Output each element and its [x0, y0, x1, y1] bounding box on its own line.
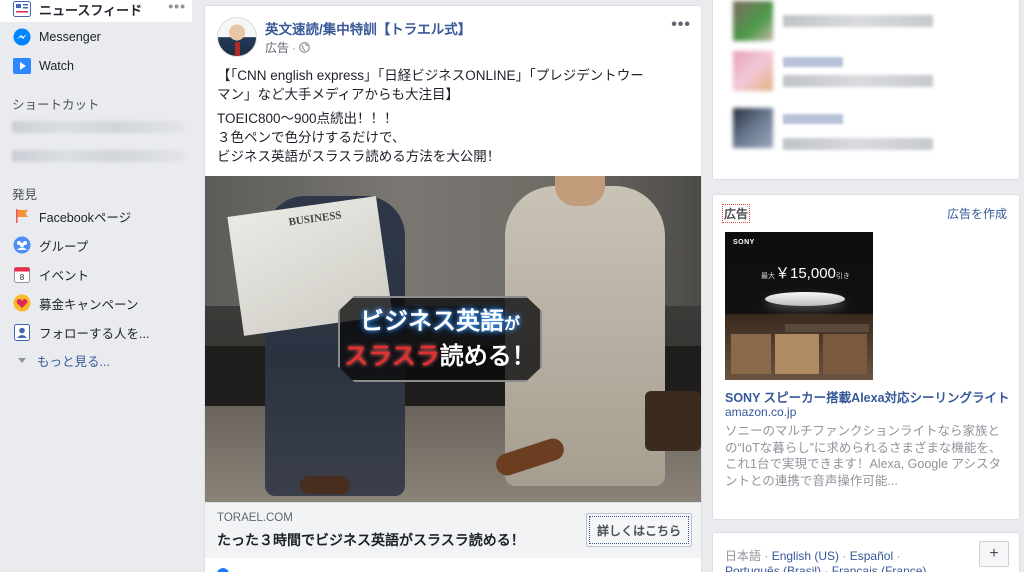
sidebar-ad-card: 広告 広告を作成 SONY 最大￥15,000引き SONY スピーカー搭載Al… — [712, 194, 1020, 520]
sidebar-item-watch[interactable]: Watch — [0, 53, 192, 79]
shortcut-item-redacted[interactable] — [12, 121, 184, 133]
post-text-line: ３色ペンで色分けするだけで、 — [217, 130, 406, 145]
fundraiser-icon — [12, 293, 32, 313]
sony-logo: SONY — [733, 239, 755, 246]
ad-title-link[interactable]: SONY スピーカー搭載Alexa対応シーリングライト — [725, 387, 1011, 406]
link-domain: TORAEL.COM — [217, 512, 293, 524]
post-text-line: ビジネス英語がスラスラ読める方法を大公開！ — [217, 149, 501, 164]
contact-item-redacted[interactable] — [733, 51, 953, 107]
more-options-icon[interactable]: ••• — [168, 0, 186, 14]
sidebar-item-events[interactable]: 8 イベント — [0, 261, 192, 287]
sidebar-item-label: 募金キャンペーン — [39, 297, 139, 312]
groups-icon — [12, 235, 32, 255]
language-current: 日本語 — [725, 549, 762, 563]
avatar — [733, 1, 773, 41]
sidebar-item-messenger[interactable]: Messenger — [0, 24, 192, 50]
sponsored-label[interactable]: 広告 — [265, 39, 289, 56]
sponsored-post: 英文速読/集中特訓【トラエル式】 広告 · ••• 【「CNN english … — [204, 5, 702, 572]
calendar-icon: 8 — [12, 264, 32, 284]
shortcut-item-redacted[interactable] — [12, 150, 184, 162]
banner-text: 読める！ — [439, 342, 536, 370]
add-language-button[interactable]: + — [979, 541, 1009, 567]
explore-heading: 発見 — [12, 188, 38, 202]
avatar — [733, 51, 773, 91]
sidebar-item-label: Facebookページ — [39, 210, 132, 225]
language-link-french[interactable]: Français (France) — [832, 564, 927, 572]
banner-text-highlight: スラスラ — [344, 342, 440, 370]
language-link-portuguese[interactable]: Português (Brasil) — [725, 564, 821, 572]
sidebar-item-news-feed[interactable]: ニュースフィード ••• — [0, 0, 192, 22]
sponsored-heading: 広告 — [721, 204, 751, 223]
sidebar-item-label: フォローする人を... — [39, 326, 150, 341]
contact-item-redacted[interactable] — [733, 108, 953, 164]
post-text-line: マン」など大手メディアからも大注目】 — [217, 87, 460, 102]
post-text-line: 【「CNN english express」「日経ビジネスONLINE」「プレジ… — [217, 68, 644, 83]
sony-ad-image[interactable]: SONY 最大￥15,000引き — [725, 232, 873, 380]
banner-text: ビジネス英語 — [359, 307, 504, 335]
svg-text:8: 8 — [20, 273, 25, 282]
sidebar-item-label: グループ — [39, 239, 89, 254]
post-text-line: TOEIC800～900点続出！！！ — [217, 111, 398, 126]
sidebar-item-label: Messenger — [39, 30, 101, 44]
sidebar-item-label: Watch — [39, 59, 74, 73]
ad-banner: ビジネス英語が スラスラ読める！ — [338, 296, 542, 382]
post-meta: 広告 · — [265, 39, 310, 56]
banner-text: が — [503, 315, 520, 333]
contacts-card — [712, 0, 1020, 180]
flag-icon — [12, 206, 32, 226]
link-headline: たった３時間でビジネス英語がスラスラ読める！ — [217, 532, 525, 548]
news-feed-icon — [12, 0, 32, 19]
left-sidebar: ニュースフィード ••• Messenger Watch ショートカット 発見 … — [0, 0, 200, 572]
learn-more-button[interactable]: 詳しくはこちら — [586, 513, 692, 547]
like-reaction-icon[interactable] — [217, 568, 229, 572]
globe-icon — [299, 42, 310, 53]
shortcuts-heading: ショートカット — [12, 98, 100, 112]
see-more-label: もっと見る... — [37, 354, 110, 369]
ceiling-light — [765, 292, 845, 306]
language-card: 日本語 · English (US) · Español · Português… — [712, 532, 1020, 572]
link-preview[interactable]: TORAEL.COM たった３時間でビジネス英語がスラスラ読める！ 詳しくはこち… — [205, 502, 701, 558]
language-link-spanish[interactable]: Español — [850, 549, 893, 563]
post-options-icon[interactable]: ••• — [671, 16, 691, 34]
language-link-english[interactable]: English (US) — [772, 549, 839, 563]
avatar — [733, 108, 773, 148]
contact-item-redacted[interactable] — [733, 1, 953, 57]
language-links: 日本語 · English (US) · Español · Português… — [725, 547, 926, 572]
sidebar-item-find-follow[interactable]: フォローする人を... — [0, 319, 192, 345]
ad-creative-image[interactable]: ビジネス英語が スラスラ読める！ — [205, 176, 701, 502]
chevron-down-icon — [18, 357, 26, 363]
ad-domain: amazon.co.jp — [725, 405, 797, 419]
create-ad-link[interactable]: 広告を作成 — [947, 205, 1007, 222]
page-name-link[interactable]: 英文速読/集中特訓【トラエル式】 — [265, 18, 471, 38]
briefcase — [645, 391, 701, 451]
sidebar-item-groups[interactable]: グループ — [0, 232, 192, 258]
price-text: ￥15,000 — [775, 265, 836, 282]
sidebar-item-pages[interactable]: Facebookページ — [0, 203, 192, 229]
ad-description: ソニーのマルチファンクションライトなら家族との“IoTな暮らし”に求められるさま… — [725, 424, 1002, 488]
sidebar-item-fundraisers[interactable]: 募金キャンペーン — [0, 290, 192, 316]
page-avatar[interactable] — [217, 17, 257, 57]
sidebar-item-label: イベント — [39, 268, 90, 283]
sidebar-item-label: ニュースフィード — [39, 2, 143, 18]
follow-icon — [12, 322, 32, 342]
see-more-link[interactable]: もっと見る... — [18, 351, 110, 369]
watch-icon — [12, 56, 32, 76]
messenger-icon — [12, 27, 32, 47]
